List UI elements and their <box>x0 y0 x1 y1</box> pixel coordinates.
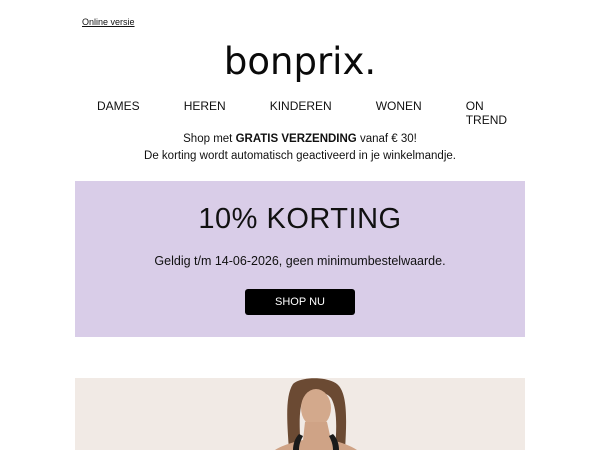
discount-notice-line: De korting wordt automatisch geactiveerd… <box>144 150 456 162</box>
shipping-bold: GRATIS VERZENDING <box>235 133 357 145</box>
nav-item-dames[interactable]: DAMES <box>75 99 162 127</box>
online-version-link[interactable]: Online versie <box>82 17 135 27</box>
nav-item-on-trend[interactable]: ON TREND <box>444 99 529 127</box>
bonprix-logo[interactable]: bonprix. <box>0 40 600 84</box>
hero-image[interactable] <box>75 378 525 450</box>
nav-item-kinderen[interactable]: KINDEREN <box>248 99 354 127</box>
hero-model-photo <box>75 378 525 450</box>
shipping-prefix: Shop met <box>183 133 236 145</box>
discount-title: 10% KORTING <box>198 203 402 235</box>
shop-now-button[interactable]: SHOP NU <box>245 289 355 315</box>
shipping-suffix: vanaf € 30! <box>356 133 417 145</box>
main-nav: DAMES HEREN KINDEREN WONEN ON TREND <box>75 99 525 127</box>
nav-item-wonen[interactable]: WONEN <box>354 99 444 127</box>
shipping-line: Shop met GRATIS VERZENDING vanaf € 30! <box>0 131 600 148</box>
discount-subtitle: Geldig t/m 14-06-2026, geen minimumbeste… <box>154 254 446 268</box>
nav-item-heren[interactable]: HEREN <box>162 99 248 127</box>
shipping-notice: Shop met GRATIS VERZENDING vanaf € 30! D… <box>0 131 600 165</box>
email-page: Online versie bonprix. DAMES HEREN KINDE… <box>0 0 600 450</box>
discount-banner: 10% KORTING Geldig t/m 14-06-2026, geen … <box>75 181 525 337</box>
